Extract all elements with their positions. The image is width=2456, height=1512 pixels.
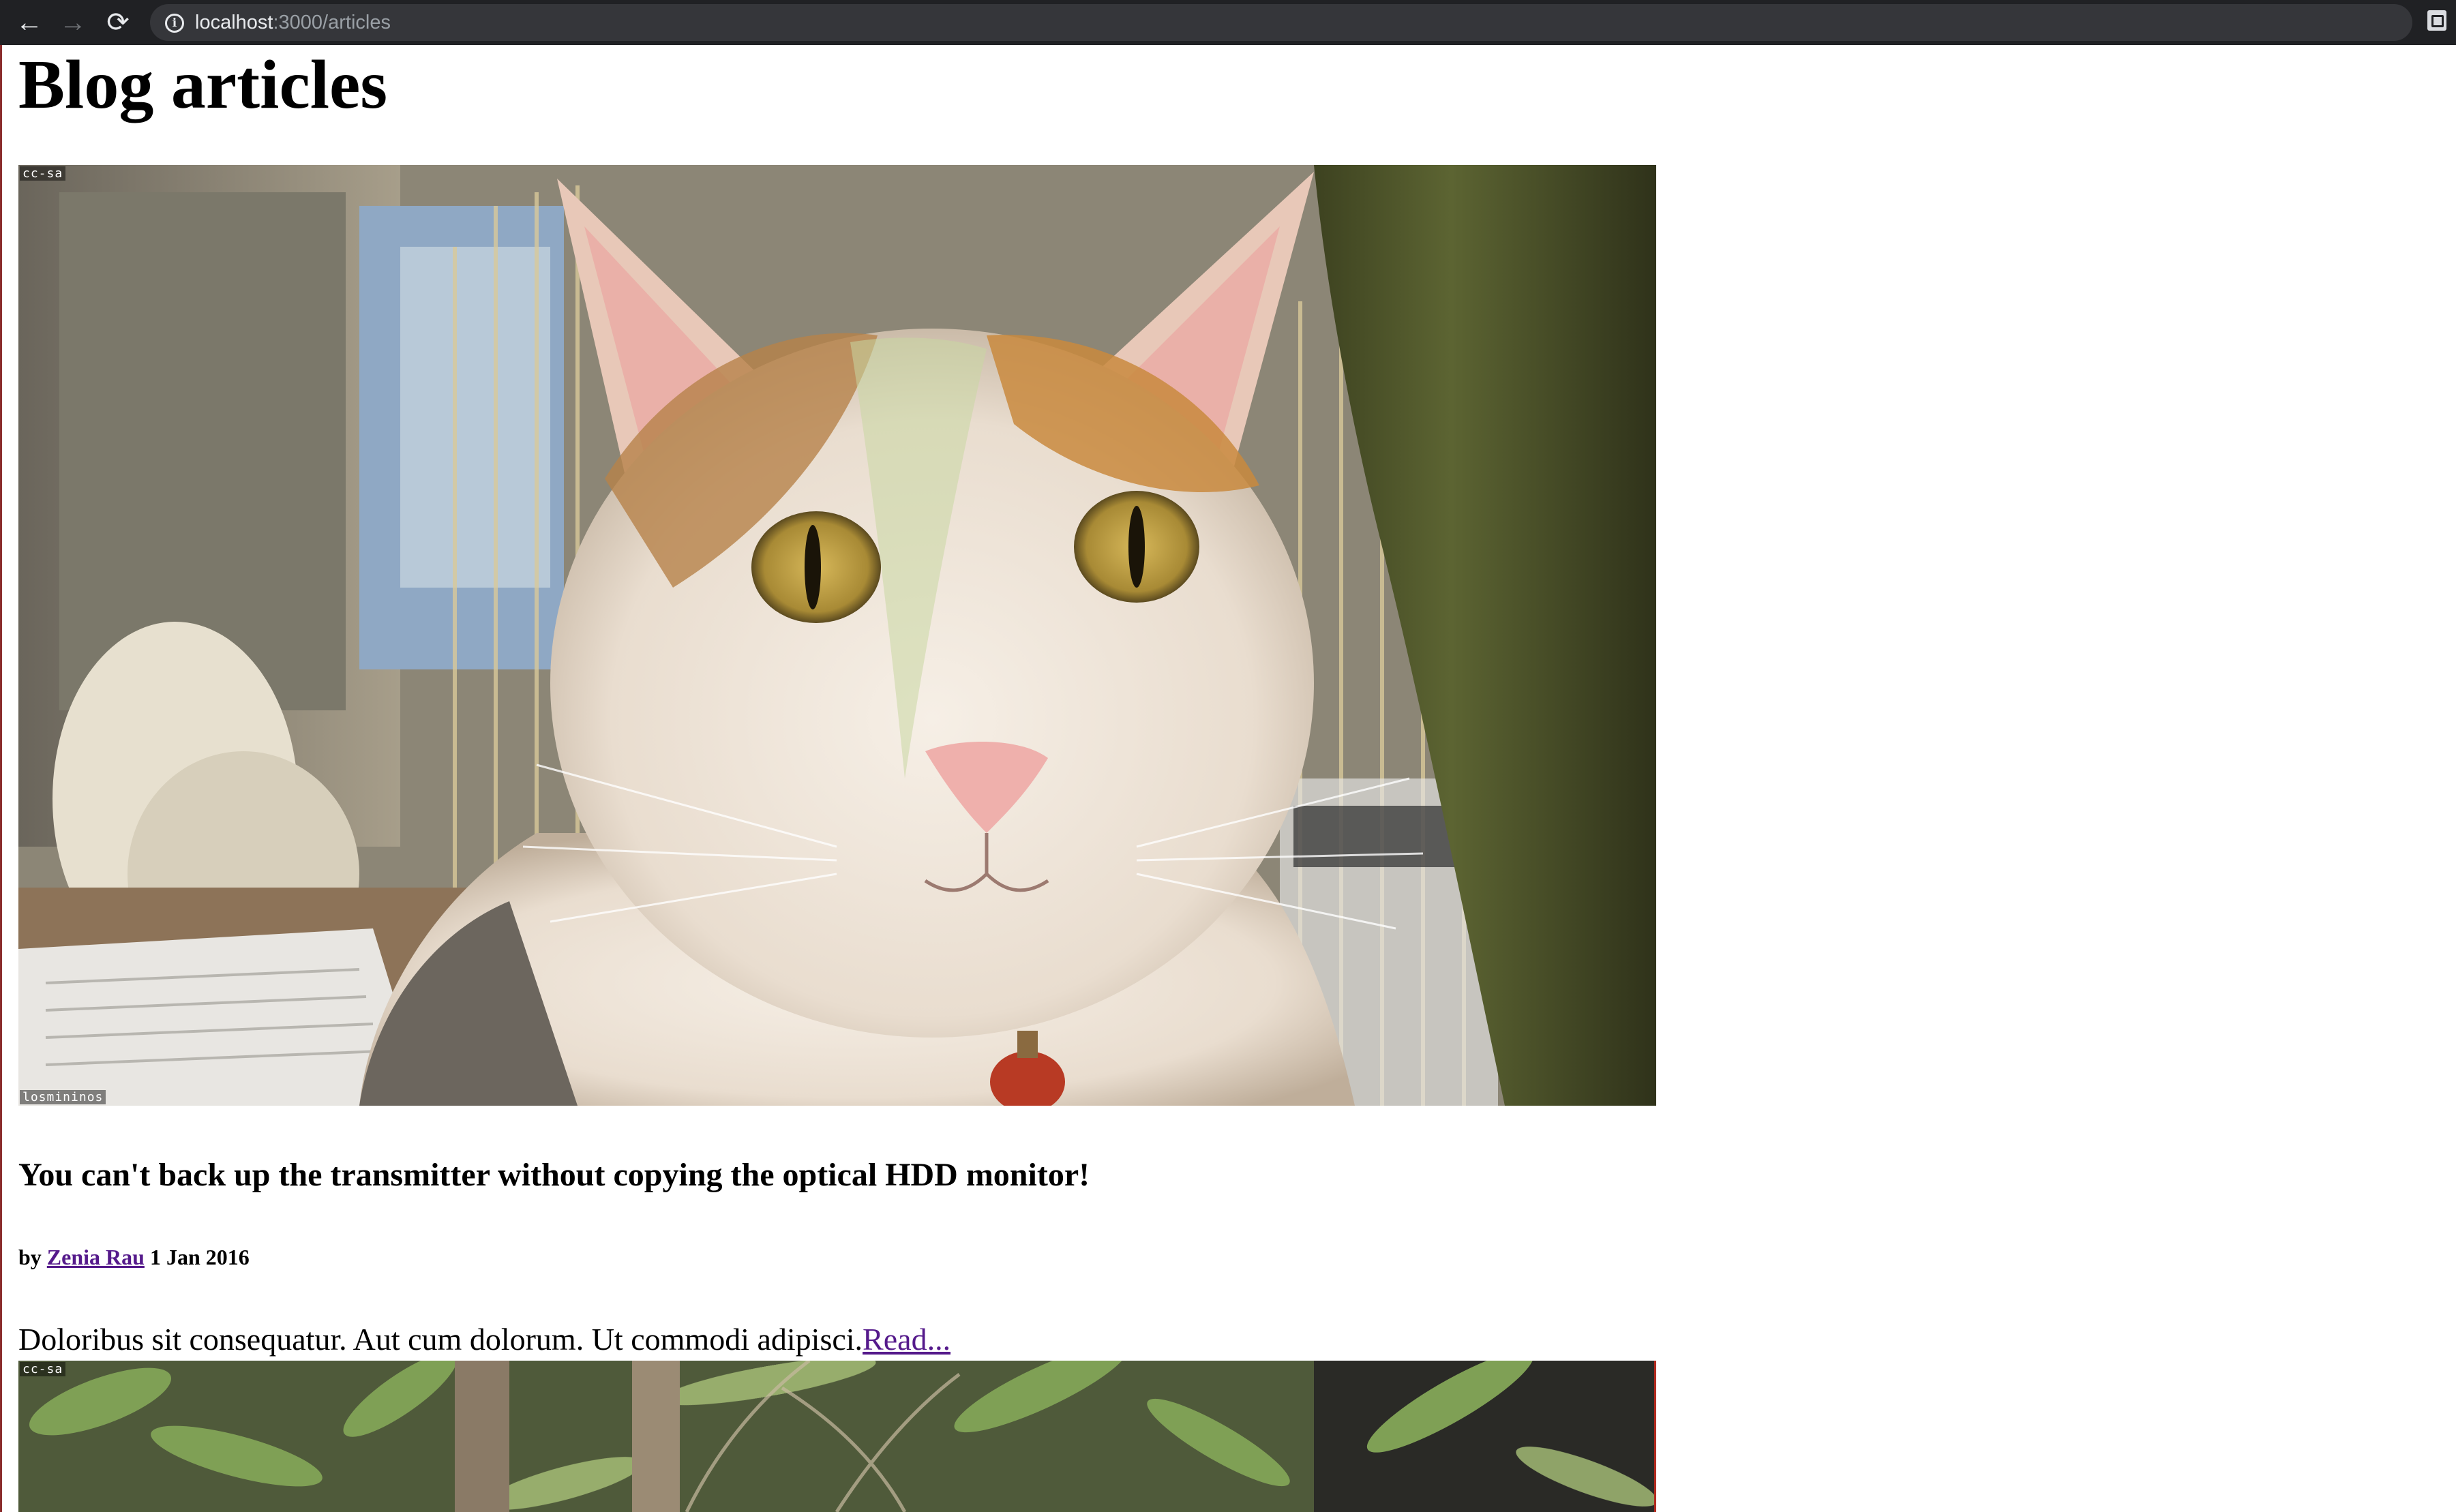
url-host: localhost xyxy=(195,12,273,33)
url-path: :3000/articles xyxy=(273,12,391,33)
article-title: You can't back up the transmitter withou… xyxy=(18,1157,1090,1193)
forward-arrow-icon[interactable]: → xyxy=(55,0,91,45)
site-info-icon[interactable]: i xyxy=(165,14,184,33)
article-excerpt: Doloribus sit consequatur. Aut cum dolor… xyxy=(18,1321,950,1357)
browser-toolbar: ← → ⟳ i localhost:3000/articles xyxy=(0,0,2456,45)
article-byline: by Zenia Rau 1 Jan 2016 xyxy=(18,1245,250,1270)
article-image: cc-sa xyxy=(18,1361,1656,1512)
read-more-link[interactable]: Read... xyxy=(863,1322,950,1357)
license-watermark: cc-sa xyxy=(20,1362,66,1376)
reload-icon[interactable]: ⟳ xyxy=(100,0,136,45)
license-watermark: cc-sa xyxy=(20,166,66,181)
cat-photo xyxy=(18,165,1656,1106)
article-date: 1 Jan 2016 xyxy=(149,1245,250,1269)
translate-icon[interactable] xyxy=(2427,10,2446,31)
article-image: cc-sa losmininos xyxy=(18,165,1656,1106)
page-title: Blog articles xyxy=(18,46,388,123)
url-text[interactable]: localhost:3000/articles xyxy=(195,4,391,41)
excerpt-text: Doloribus sit consequatur. Aut cum dolor… xyxy=(18,1322,863,1357)
author-watermark: losmininos xyxy=(20,1090,106,1104)
page-content: Blog articles cc-sa losmininos You can't… xyxy=(0,45,2456,1512)
address-bar[interactable]: i localhost:3000/articles xyxy=(150,4,2412,41)
author-link[interactable]: Zenia Rau xyxy=(47,1245,145,1269)
byline-prefix: by xyxy=(18,1245,42,1269)
foliage-photo xyxy=(18,1361,1654,1512)
back-arrow-icon[interactable]: ← xyxy=(11,0,48,45)
